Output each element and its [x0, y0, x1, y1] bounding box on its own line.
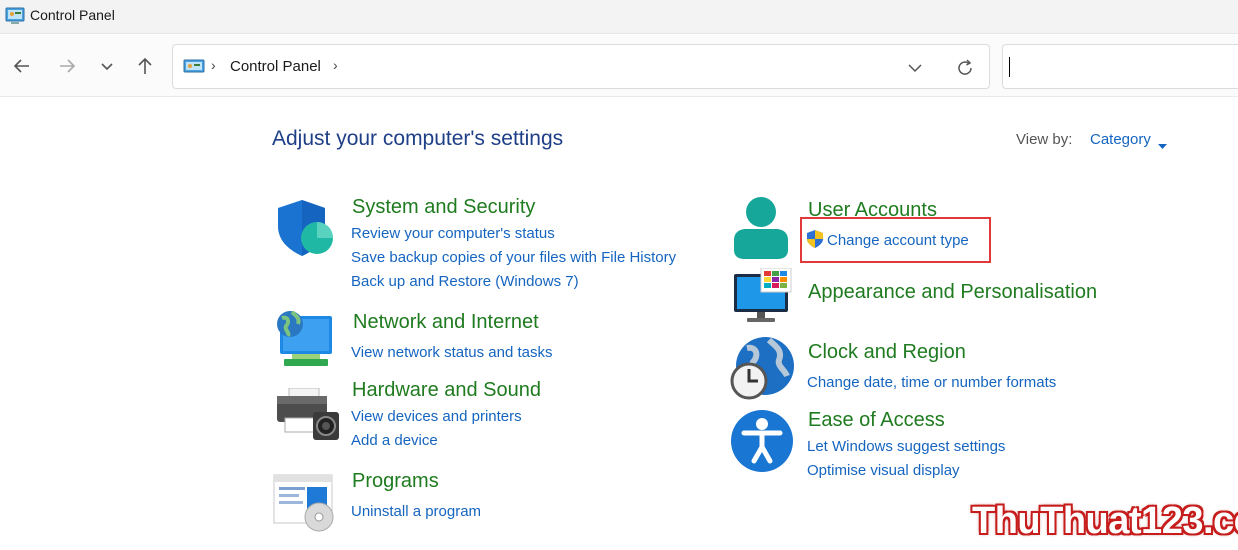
- link-optimise-visual-display[interactable]: Optimise visual display: [807, 462, 960, 479]
- link-uninstall-program[interactable]: Uninstall a program: [351, 503, 481, 520]
- monitor-icon[interactable]: [733, 267, 793, 331]
- up-button[interactable]: [132, 53, 158, 79]
- shield-icon[interactable]: [275, 198, 335, 263]
- refresh-button[interactable]: [955, 58, 975, 83]
- chevron-right-icon[interactable]: ›: [333, 57, 338, 73]
- search-input[interactable]: [1013, 53, 1233, 81]
- highlight-box: [800, 217, 991, 263]
- category-appearance-and-personalisation[interactable]: Appearance and Personalisation: [808, 281, 1097, 304]
- category-ease-of-access[interactable]: Ease of Access: [808, 409, 945, 432]
- arrow-left-icon: [13, 59, 29, 73]
- link-review-computer-status[interactable]: Review your computer's status: [351, 225, 555, 242]
- search-box[interactable]: [1002, 44, 1238, 89]
- control-panel-icon: [183, 59, 205, 80]
- recent-locations-button[interactable]: [94, 53, 120, 79]
- view-by-label: View by:: [1016, 131, 1073, 148]
- text-caret: [1009, 57, 1010, 77]
- address-history-button[interactable]: [907, 60, 923, 81]
- category-hardware-and-sound[interactable]: Hardware and Sound: [352, 379, 541, 402]
- link-file-history-backup[interactable]: Save backup copies of your files with Fi…: [351, 249, 676, 266]
- link-network-status[interactable]: View network status and tasks: [351, 344, 553, 361]
- arrow-up-icon: [138, 57, 152, 74]
- printer-icon[interactable]: [275, 387, 339, 449]
- view-by-dropdown[interactable]: Category: [1090, 131, 1151, 148]
- chevron-down-icon: [908, 64, 922, 73]
- back-button[interactable]: [9, 53, 35, 79]
- page-title: Adjust your computer's settings: [272, 127, 564, 150]
- breadcrumb-control-panel[interactable]: Control Panel: [230, 58, 321, 75]
- address-bar[interactable]: › Control Panel ›: [172, 44, 990, 89]
- link-devices-printers[interactable]: View devices and printers: [351, 408, 522, 425]
- chevron-down-icon: [101, 63, 113, 71]
- link-change-date-time-formats[interactable]: Change date, time or number formats: [807, 374, 1056, 391]
- refresh-icon: [958, 59, 972, 75]
- user-icon[interactable]: [732, 196, 792, 265]
- globe-clock-icon[interactable]: [729, 336, 795, 407]
- chevron-right-icon[interactable]: ›: [211, 57, 216, 73]
- link-windows-suggest-settings[interactable]: Let Windows suggest settings: [807, 438, 1005, 455]
- category-programs[interactable]: Programs: [352, 470, 439, 493]
- navigation-bar: › Control Panel ›: [0, 35, 1238, 97]
- watermark: ThuThuat123.com: [972, 500, 1238, 542]
- window-title: Control Panel: [30, 7, 115, 23]
- caret-down-icon[interactable]: [1158, 137, 1167, 155]
- forward-button[interactable]: [54, 53, 80, 79]
- link-add-device[interactable]: Add a device: [351, 432, 438, 449]
- category-network-and-internet[interactable]: Network and Internet: [353, 311, 539, 334]
- category-clock-and-region[interactable]: Clock and Region: [808, 341, 966, 364]
- programs-icon[interactable]: [273, 473, 339, 538]
- category-system-and-security[interactable]: System and Security: [352, 196, 535, 219]
- network-icon[interactable]: [274, 308, 336, 373]
- accessibility-icon[interactable]: [730, 409, 794, 478]
- control-panel-icon: [5, 7, 25, 30]
- link-backup-restore[interactable]: Back up and Restore (Windows 7): [351, 273, 579, 290]
- arrow-right-icon: [60, 59, 76, 73]
- title-bar: Control Panel: [0, 0, 1238, 34]
